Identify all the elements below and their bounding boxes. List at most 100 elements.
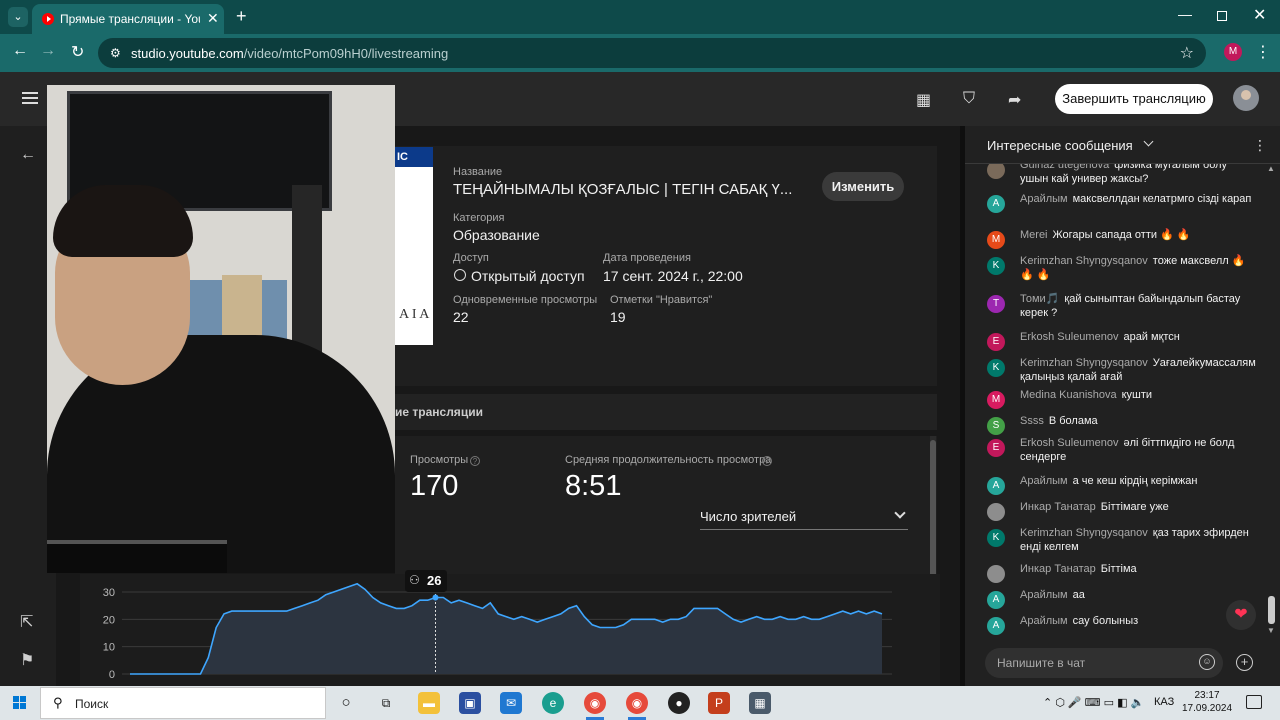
globe-icon xyxy=(454,269,466,281)
powerpoint-icon[interactable]: P xyxy=(708,692,730,714)
chat-avatar[interactable]: Т xyxy=(987,295,1005,313)
chat-author[interactable]: Ssss xyxy=(1020,415,1044,427)
window-maximize-icon[interactable] xyxy=(1217,11,1227,21)
tab-search-icon[interactable]: ⌄ xyxy=(8,7,28,27)
chat-author[interactable]: Арайлым xyxy=(1020,589,1068,601)
feedback-icon[interactable]: ⚑ xyxy=(20,650,34,670)
chat-filter-title[interactable]: Интересные сообщения xyxy=(987,138,1133,153)
chat-avatar[interactable]: K xyxy=(987,257,1005,275)
reload-icon[interactable]: ↻ xyxy=(71,42,84,62)
obs-icon[interactable]: ● xyxy=(668,692,690,714)
clapperboard-icon[interactable]: ▦ xyxy=(916,90,931,110)
taskbar-clock[interactable]: 23:17 17.09.2024 xyxy=(1182,689,1232,715)
chat-author[interactable]: Kerimzhan Shyngysqanov xyxy=(1020,357,1148,369)
chevron-down-icon xyxy=(894,507,906,519)
chrome-profile-icon[interactable]: ◉ xyxy=(626,692,648,714)
chat-author[interactable]: Арайлым xyxy=(1020,475,1068,487)
chat-author[interactable]: Арайлым xyxy=(1020,193,1068,205)
task-view-icon[interactable]: ⧉ xyxy=(375,692,397,714)
chat-input[interactable]: Напишите в чат ☺ xyxy=(985,648,1223,678)
scroll-down-icon[interactable]: ▼ xyxy=(1267,626,1275,635)
scroll-up-icon[interactable]: ▲ xyxy=(1267,164,1275,173)
clock-time: 23:17 xyxy=(1194,690,1220,701)
address-bar[interactable]: ⚙ studio.youtube.com/video/mtcPom09hH0/l… xyxy=(98,38,1206,68)
window-close-icon[interactable]: ✕ xyxy=(1253,5,1266,25)
chat-avatar[interactable]: А xyxy=(987,195,1005,213)
bookmark-star-icon[interactable]: ☆ xyxy=(1180,43,1194,63)
chat-avatar[interactable]: E xyxy=(987,333,1005,351)
chat-author[interactable]: Merei xyxy=(1020,229,1048,241)
forward-icon[interactable]: → xyxy=(40,42,56,60)
chat-avatar[interactable]: K xyxy=(987,529,1005,547)
cortana-icon[interactable]: ○ xyxy=(335,692,357,714)
chat-text: Біттімаге уже xyxy=(1100,501,1169,513)
chrome-icon[interactable]: ◉ xyxy=(584,692,606,714)
chat-message-text: Ssss В болама xyxy=(1020,415,1258,429)
chat-avatar[interactable] xyxy=(987,565,1005,583)
store-icon[interactable]: ▣ xyxy=(459,692,481,714)
bookmark-icon[interactable]: ⛉ xyxy=(963,90,975,108)
edge-icon[interactable]: e xyxy=(542,692,564,714)
chat-header: Интересные сообщения ⋮ xyxy=(965,126,1280,164)
chat-avatar[interactable] xyxy=(987,164,1005,179)
chat-author[interactable]: Kerimzhan Shyngysqanov xyxy=(1020,255,1148,267)
tray-icons[interactable]: ⌃ ⬡ 🎤 ⌨ ▭ ◧ 🔈 xyxy=(1043,696,1144,709)
chat-avatar[interactable]: А xyxy=(987,477,1005,495)
views-help-icon[interactable]: ? xyxy=(470,456,480,466)
tab-close-icon[interactable]: ✕ xyxy=(207,10,219,27)
add-icon[interactable]: + xyxy=(1236,654,1253,671)
calculator-icon[interactable]: ▦ xyxy=(749,692,771,714)
emoji-icon[interactable]: ☺ xyxy=(1199,654,1215,670)
new-tab-icon[interactable]: + xyxy=(236,6,247,27)
avg-duration-help-icon[interactable]: ? xyxy=(762,456,772,466)
webcam-monitor xyxy=(47,540,227,573)
chat-avatar[interactable] xyxy=(987,503,1005,521)
edit-button[interactable]: Изменить xyxy=(822,172,904,201)
menu-icon[interactable] xyxy=(22,92,38,104)
analytics-section-title: ие трансляции xyxy=(395,405,483,419)
chat-avatar[interactable]: E xyxy=(987,439,1005,457)
chat-message-text: Kerimzhan Shyngysqanov қаз тарих эфирден … xyxy=(1020,527,1258,554)
metric-dropdown[interactable]: Число зрителей xyxy=(700,506,908,530)
tab-title: Прямые трансляции - YouTube xyxy=(60,12,200,26)
chat-avatar[interactable]: S xyxy=(987,417,1005,435)
windows-start-icon[interactable] xyxy=(13,696,27,710)
chat-author[interactable]: Erkosh Suleumenov xyxy=(1020,331,1118,343)
share-icon[interactable]: ➦ xyxy=(1008,90,1021,110)
chat-author[interactable]: Medina Kuanishova xyxy=(1020,389,1117,401)
chat-menu-icon[interactable]: ⋮ xyxy=(1253,137,1267,154)
chat-author[interactable]: Томи🎵 xyxy=(1020,293,1059,305)
chat-author[interactable]: Erkosh Suleumenov xyxy=(1020,437,1118,449)
external-link-icon[interactable]: ⇱ xyxy=(20,612,33,632)
chat-avatar[interactable]: M xyxy=(987,391,1005,409)
chat-scrollbar-thumb[interactable] xyxy=(1268,596,1275,624)
back-arrow-icon[interactable]: ← xyxy=(20,146,36,164)
end-stream-button[interactable]: Завершить трансляцию xyxy=(1055,84,1213,114)
chat-author[interactable]: Арайлым xyxy=(1020,615,1068,627)
window-minimize-icon[interactable]: — xyxy=(1178,6,1192,22)
chat-author[interactable]: Инкар Танатар xyxy=(1020,563,1096,575)
chat-avatar[interactable]: M xyxy=(987,231,1005,249)
chat-author[interactable]: Kerimzhan Shyngysqanov xyxy=(1020,527,1148,539)
heart-reaction-icon[interactable]: ❤ xyxy=(1226,600,1256,630)
chevron-down-icon[interactable] xyxy=(1143,136,1154,147)
back-icon[interactable]: ← xyxy=(12,42,28,60)
site-info-icon[interactable]: ⚙ xyxy=(110,46,124,60)
stream-thumbnail[interactable]: IC A I A xyxy=(395,147,433,345)
file-explorer-icon[interactable]: ▬ xyxy=(418,692,440,714)
browser-menu-icon[interactable]: ⋮ xyxy=(1255,42,1271,62)
language-indicator[interactable]: КАЗ xyxy=(1154,696,1174,708)
chat-avatar[interactable]: А xyxy=(987,591,1005,609)
chart-tooltip: ⚇ 26 xyxy=(405,570,447,592)
taskbar-search[interactable]: ⚲ Поиск xyxy=(40,687,326,719)
chat-author[interactable]: Инкар Танатар xyxy=(1020,501,1096,513)
chat-author[interactable]: Gulnaz utegenova xyxy=(1020,164,1109,171)
notifications-icon[interactable] xyxy=(1246,695,1262,709)
channel-avatar[interactable] xyxy=(1233,85,1259,111)
browser-toolbar: ← → ↻ ⚙ studio.youtube.com/video/mtcPom0… xyxy=(0,34,1280,72)
browser-tab[interactable]: Прямые трансляции - YouTube ✕ xyxy=(32,4,224,34)
chat-avatar[interactable]: K xyxy=(987,359,1005,377)
chat-avatar[interactable]: А xyxy=(987,617,1005,635)
profile-avatar[interactable]: M xyxy=(1224,43,1242,61)
mail-icon[interactable]: ✉ xyxy=(500,692,522,714)
